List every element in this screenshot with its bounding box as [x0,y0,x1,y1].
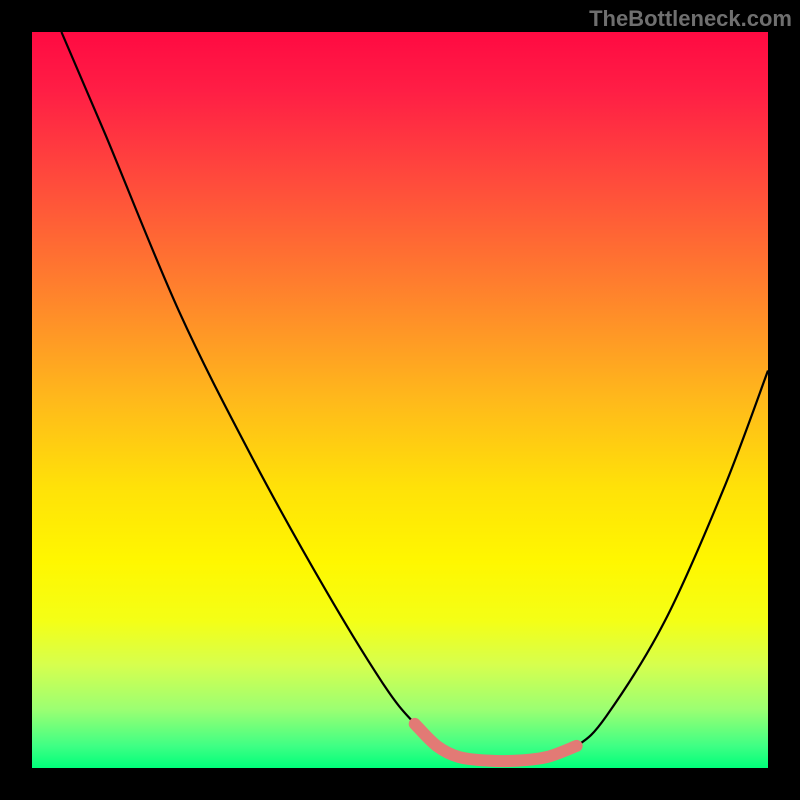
watermark-caption: TheBottleneck.com [589,6,792,32]
chart-frame: TheBottleneck.com [0,0,800,800]
plot-area [32,32,768,768]
